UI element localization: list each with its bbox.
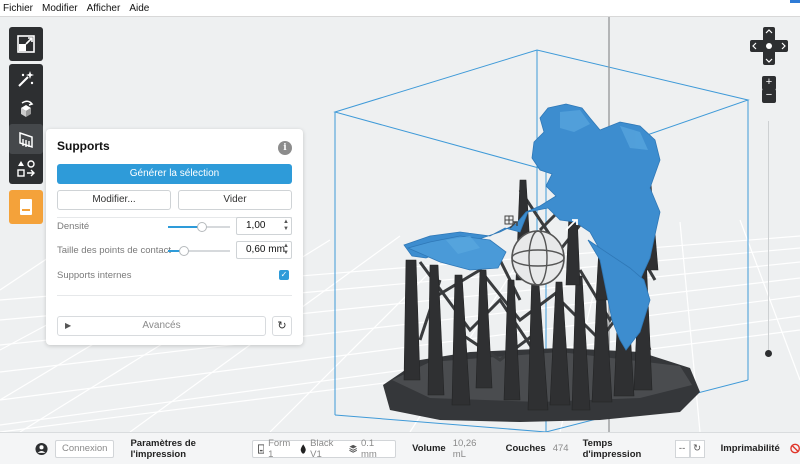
clear-button[interactable]: Vider xyxy=(178,190,292,210)
density-slider[interactable] xyxy=(168,222,230,232)
touchpoint-value: 0,60 mm xyxy=(246,244,285,255)
info-icon[interactable]: i xyxy=(278,141,292,155)
touchpoint-slider[interactable] xyxy=(168,246,230,256)
density-label: Densité xyxy=(57,221,90,232)
refresh-icon: ↻ xyxy=(693,442,702,454)
printer-icon xyxy=(257,443,265,454)
print-job-button[interactable] xyxy=(9,190,43,224)
touchpoint-input[interactable]: 0,60 mm ▲ ▼ xyxy=(236,241,292,259)
density-stepper-icon[interactable]: ▲ ▼ xyxy=(283,219,289,233)
advanced-button[interactable]: ▶ Avancés xyxy=(57,316,266,336)
menu-afficher[interactable]: Afficher xyxy=(87,3,121,14)
scale-icon xyxy=(17,35,35,53)
volume-label: Volume xyxy=(412,443,446,454)
printer-name: Form 1 xyxy=(268,437,291,460)
layers-value: 474 xyxy=(552,443,569,454)
resin-name: Black V1 xyxy=(310,437,334,460)
touchpoint-stepper-icon[interactable]: ▲ ▼ xyxy=(283,243,289,257)
menu-aide[interactable]: Aide xyxy=(129,3,149,14)
print-settings-label: Paramètres de l'impression xyxy=(130,437,196,460)
refresh-button[interactable]: ↻ xyxy=(689,439,705,458)
volume-value: 10,26 mL xyxy=(452,437,477,460)
zoom-in-button[interactable]: + xyxy=(762,76,776,90)
layer-slider-knob[interactable] xyxy=(765,350,772,357)
view-navigation-pad[interactable] xyxy=(750,27,788,65)
density-slider-knob[interactable] xyxy=(197,222,207,232)
scale-tool-button[interactable] xyxy=(9,27,43,61)
modify-button[interactable]: Modifier... xyxy=(57,190,171,210)
layout-tool-button[interactable] xyxy=(9,154,43,184)
status-bar: Connexion Paramètres de l'impression For… xyxy=(0,432,800,464)
supports-panel: Supports i Générer la sélection Modifier… xyxy=(46,129,303,345)
magic-wand-icon xyxy=(18,71,34,87)
internal-supports-label: Supports internes xyxy=(57,270,132,281)
printability-label: Imprimabilité xyxy=(720,443,780,454)
menu-bar: Fichier Modifier Afficher Aide xyxy=(0,0,800,17)
layers-icon xyxy=(348,444,357,453)
rotate-tool-button[interactable] xyxy=(9,94,43,124)
menu-fichier[interactable]: Fichier xyxy=(3,3,33,14)
print-time-value: -- xyxy=(674,439,690,458)
gizmo-handle-icon xyxy=(504,215,514,225)
touchpoint-slider-knob[interactable] xyxy=(179,246,189,256)
zoom-out-button[interactable]: − xyxy=(762,89,776,103)
play-icon: ▶ xyxy=(65,321,72,330)
generate-selection-button[interactable]: Générer la sélection xyxy=(57,164,292,184)
login-button[interactable]: Connexion xyxy=(55,439,115,458)
menu-modifier[interactable]: Modifier xyxy=(42,3,78,14)
layer-slider-track[interactable] xyxy=(768,121,769,353)
layout-icon xyxy=(17,160,35,177)
left-toolbar xyxy=(9,27,43,224)
tool-group xyxy=(9,64,43,184)
density-input[interactable]: 1,00 ▲ ▼ xyxy=(236,217,292,235)
reset-button[interactable]: ↻ xyxy=(272,316,292,336)
touchpoint-label: Taille des points de contact xyxy=(57,245,172,256)
layers-label: Couches xyxy=(505,443,546,454)
internal-supports-checkbox[interactable]: ✓ xyxy=(279,270,289,280)
support-icon xyxy=(19,131,33,149)
print-settings-selector[interactable]: Form 1 Black V1 0.1 mm xyxy=(251,437,397,460)
navigation-cross-icon xyxy=(750,27,788,65)
reset-icon: ↻ xyxy=(277,320,287,332)
layer-height: 0.1 mm xyxy=(360,437,377,460)
print-icon xyxy=(20,199,32,215)
resin-drop-icon xyxy=(300,443,306,454)
supports-tool-button[interactable] xyxy=(9,124,43,154)
auto-orient-button[interactable] xyxy=(9,64,43,94)
density-value: 1,00 xyxy=(246,220,266,231)
user-icon[interactable] xyxy=(35,442,48,456)
no-entry-icon[interactable] xyxy=(789,443,800,454)
advanced-label: Avancés xyxy=(142,320,181,331)
panel-title: Supports xyxy=(57,139,110,153)
divider xyxy=(57,295,292,296)
rotate-icon xyxy=(21,100,34,117)
print-time-label: Temps d'impression xyxy=(582,437,642,460)
